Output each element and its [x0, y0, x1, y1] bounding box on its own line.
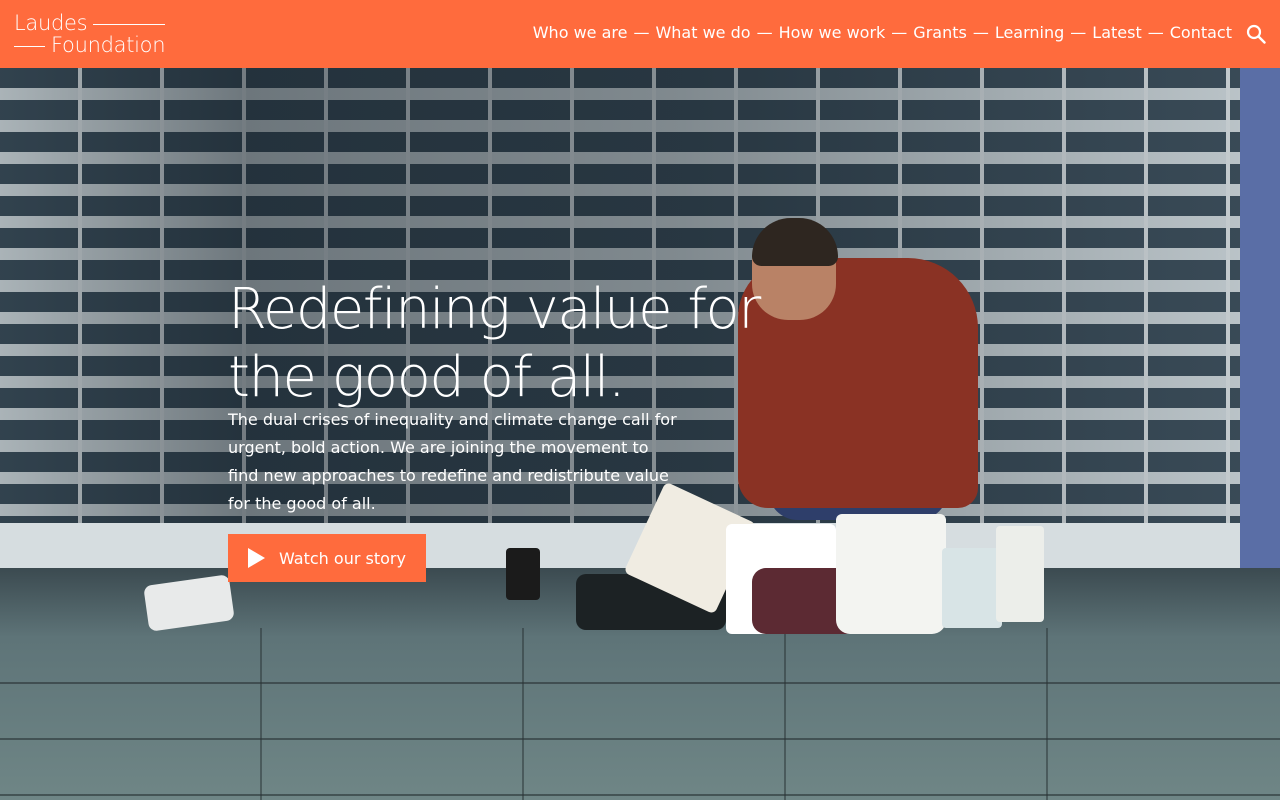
nav-item-how-we-work[interactable]: How we work [779, 22, 886, 44]
hero-title-line-1: Redefining value for [228, 277, 761, 342]
nav-separator: — [972, 23, 989, 42]
nav-separator: — [891, 23, 908, 42]
hero-title: Redefining value for the good of all. [228, 276, 788, 412]
bucket [942, 548, 1002, 628]
logo-text-2: Foundation [51, 33, 166, 57]
watch-story-label: Watch our story [279, 548, 406, 568]
nav-separator: — [756, 23, 773, 42]
search-button[interactable] [1246, 24, 1266, 44]
play-icon [248, 548, 265, 568]
nav-item-who-we-are[interactable]: Who we are [533, 22, 628, 44]
nav-item-grants[interactable]: Grants [913, 22, 967, 44]
nav-item-latest[interactable]: Latest [1092, 22, 1141, 44]
watch-story-button[interactable]: Watch our story [228, 534, 426, 582]
logo-rule-1 [93, 23, 166, 25]
main-nav: Who we are — What we do — How we work — … [533, 22, 1232, 44]
logo-line-1: Laudes [14, 11, 166, 35]
bucket [836, 514, 946, 634]
bucket [996, 526, 1044, 622]
logo-rule-2 [14, 45, 45, 47]
logo[interactable]: Laudes Foundation [14, 11, 166, 57]
cup [506, 548, 540, 600]
hero-title-line-2: the good of all. [228, 345, 626, 410]
nav-separator: — [1147, 23, 1164, 42]
nav-item-contact[interactable]: Contact [1170, 22, 1232, 44]
nav-separator: — [633, 23, 650, 42]
logo-text-1: Laudes [14, 11, 88, 35]
nav-item-what-we-do[interactable]: What we do [655, 22, 750, 44]
wall [1240, 68, 1280, 578]
shutter-base [0, 523, 1240, 573]
site-header: Laudes Foundation Who we are — What we d… [0, 0, 1280, 68]
nav-item-learning[interactable]: Learning [995, 22, 1064, 44]
pavement-lines [0, 628, 1280, 800]
search-icon [1246, 24, 1266, 44]
nav-separator: — [1070, 23, 1087, 42]
hero-description: The dual crises of inequality and climat… [228, 410, 677, 513]
logo-line-2: Foundation [14, 33, 166, 57]
